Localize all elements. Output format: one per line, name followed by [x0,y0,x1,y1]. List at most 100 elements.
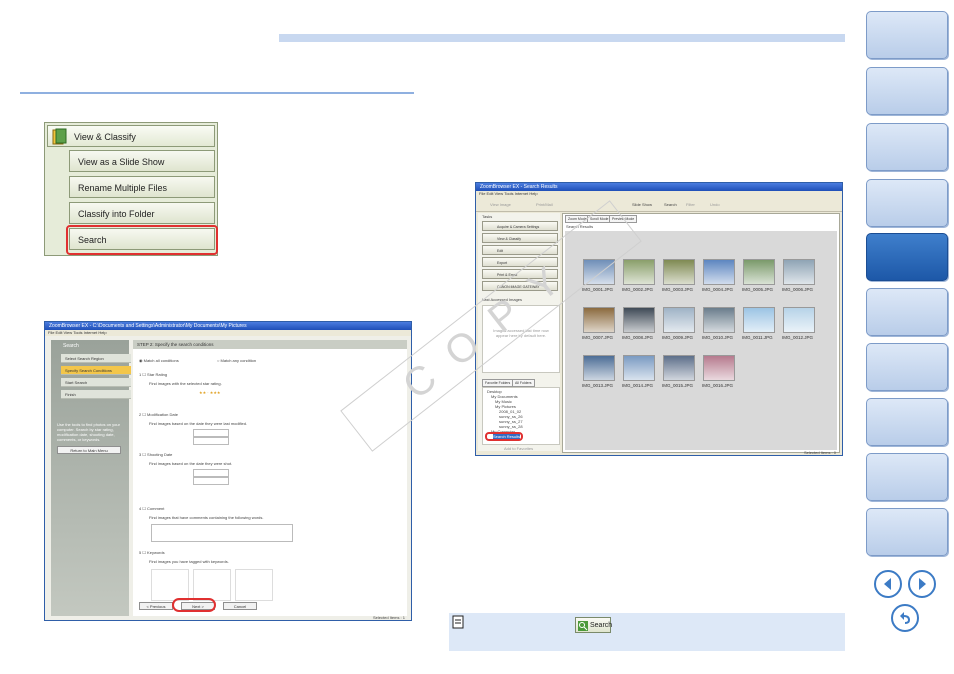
thumbnail-image[interactable] [743,259,775,285]
section-keywords[interactable]: 5 ☐ Keywords [139,550,165,555]
thumbnail-image[interactable] [663,259,695,285]
thumbnail-image[interactable] [623,355,655,381]
thumbnail-label: IMG_0013.JPG [582,383,614,388]
tab-all-folders[interactable]: All Folders [512,379,535,387]
thumbnail-label: IMG_0015.JPG [662,383,694,388]
section-desc: Find images based on the date they were … [149,461,233,466]
thumbnail-image[interactable] [783,259,815,285]
match-any-label: Match any condition [220,358,257,363]
toolbar-view-image[interactable]: View Image [490,202,511,207]
cancel-button[interactable]: Cancel [223,602,257,610]
thumbnail-image[interactable] [623,307,655,333]
nav-button-6[interactable] [866,288,948,336]
toolbar-search[interactable]: Search [664,202,677,207]
nav-button-2[interactable] [866,67,948,115]
nav-button-4[interactable] [866,179,948,227]
section-modification-date[interactable]: 2 ☐ Modification Date [139,412,178,417]
previous-button[interactable]: < Previous [139,602,173,610]
thumbnail-label: IMG_0006.JPG [782,287,814,292]
end-date-field[interactable] [193,437,229,445]
return-main-menu-button[interactable]: Return to Main Menu [57,446,121,454]
keyword-list[interactable] [235,569,273,601]
start-date-field[interactable] [193,429,229,437]
nav-button-7[interactable] [866,343,948,391]
section-number: 2 [139,412,142,417]
search-icon [578,621,588,631]
section-desc: Find images you have tagged with keyword… [149,559,229,564]
thumbnail-label: IMG_0001.JPG [582,287,614,292]
next-highlight [172,598,216,612]
section-title: Shooting Date [147,452,173,457]
thumbnail-image[interactable] [703,259,735,285]
step-3[interactable]: Start Search [61,378,131,387]
section-number: 5 [139,550,142,555]
section-title: Star Rating [147,372,168,377]
thumbnail-label: IMG_0004.JPG [702,287,734,292]
section-desc: Find images that have comments containin… [149,515,264,520]
comment-input[interactable] [151,524,293,542]
status-bar: Selected Items : 1 [372,615,405,620]
section-shooting-date[interactable]: 3 ☐ Shooting Date [139,452,172,457]
note-button-label: Search [590,622,613,629]
return-arrow-icon [900,612,910,624]
section-number: 1 [139,372,142,377]
toolbar-slideshow[interactable]: Slide Show [632,202,652,207]
next-page-button[interactable] [908,570,936,598]
menu-item-label: View as a Slide Show [78,157,165,167]
thumbnail-image[interactable] [663,355,695,381]
nav-button-3[interactable] [866,123,948,171]
previous-page-button[interactable] [874,570,902,598]
thumbnail-image[interactable] [623,259,655,285]
match-any-radio[interactable]: ○ Match any condition [217,358,256,363]
task-acquire[interactable]: Acquire & Camera Settings [482,221,558,231]
thumbnail-image[interactable] [583,355,615,381]
classify-folder-item[interactable]: Classify into Folder [69,202,215,224]
section-desc: Find images with the selected star ratin… [149,381,222,386]
add-favorites[interactable]: Add to Favorites [504,446,533,451]
step-2[interactable]: Specify Search Conditions [61,366,131,375]
section-star-rating[interactable]: 1 ☐ Star Rating [139,372,167,377]
thumbnail-image[interactable] [583,307,615,333]
results-status-bar: Selected Items : 0 [803,450,836,455]
thumbnail-label: IMG_0011.JPG [742,335,773,340]
rename-files-item[interactable]: Rename Multiple Files [69,176,215,198]
nav-button-9[interactable] [866,453,948,501]
thumbnail-image[interactable] [783,307,815,333]
nav-button-1[interactable] [866,11,948,59]
thumbnail-image[interactable] [703,307,735,333]
section-title: Modification Date [147,412,178,417]
toolbar-print[interactable]: Print/Mail [536,202,553,207]
nav-button-8[interactable] [866,398,948,446]
section-comment[interactable]: 4 ☐ Comment [139,506,164,511]
step-1[interactable]: Select Search Region [61,354,131,363]
keyword-list[interactable] [151,569,189,601]
pane-title: Search [63,343,79,349]
note-search-button: Search [575,617,613,633]
thumbnail-label: IMG_0014.JPG [622,383,654,388]
results-toolbar: View Image Print/Mail Slide Show Search … [476,197,842,212]
thumbnail-image[interactable] [663,307,695,333]
view-classify-item[interactable]: View & Classify [47,125,215,147]
section-number: 4 [139,506,142,511]
thumbnail-image[interactable] [703,355,735,381]
shoot-end-field[interactable] [193,477,229,485]
thumbnail-image[interactable] [743,307,775,333]
nav-button-10[interactable] [866,508,948,556]
toolbar-undo[interactable]: Undo [710,202,720,207]
match-all-radio[interactable]: ◉ Match all conditions [139,358,179,363]
match-all-label: Match all conditions [143,358,179,363]
toolbar-filter[interactable]: Filter [686,202,695,207]
step-4[interactable]: Finish [61,390,131,399]
step-header: STEP 2: Specify the search conditions [133,340,407,349]
keyword-list[interactable] [193,569,231,601]
slideshow-item[interactable]: View as a Slide Show [69,150,215,172]
section-title: Comment [147,506,165,511]
arrow-left-icon [884,578,891,590]
nav-button-5-current[interactable] [866,233,948,281]
task-view-classify[interactable]: View & Classify [482,233,558,243]
shoot-start-field[interactable] [193,469,229,477]
return-button[interactable] [891,604,919,632]
tab-favorite-folders[interactable]: Favorite Folders [482,379,514,387]
star-rating-icon[interactable]: ★★ · ★★★ [199,390,220,395]
section-number: 3 [139,452,142,457]
